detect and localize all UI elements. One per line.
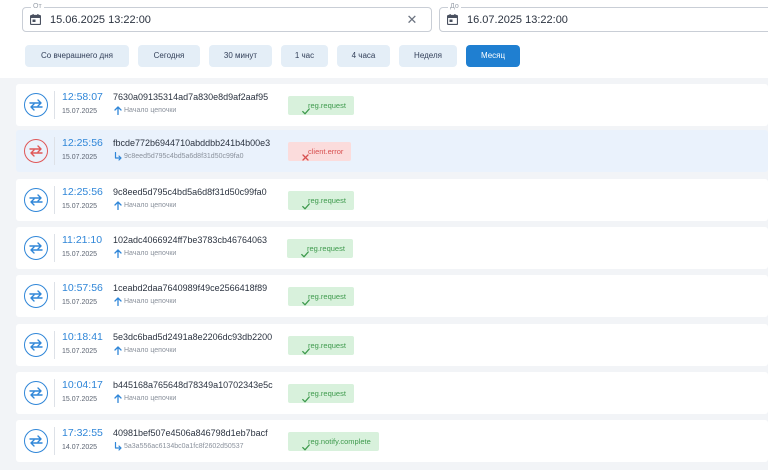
divider [54, 331, 55, 359]
date-to-legend: До [448, 2, 461, 11]
preset-4-hours-button[interactable]: 4 часа [337, 45, 390, 67]
date-from-legend: От [31, 2, 44, 11]
exchange-arrows-icon [24, 381, 48, 405]
event-chain-label: Начало цепочки [124, 298, 177, 305]
divider [54, 137, 55, 165]
event-type-badge: client.error [288, 142, 352, 161]
event-time: 10:18:41 [62, 331, 103, 343]
event-id: 102adc4066924ff7be3783cb46764063 [113, 235, 267, 245]
event-date: 15.07.2025 [62, 108, 98, 115]
event-time: 12:58:07 [62, 91, 103, 103]
exchange-arrows-icon [24, 93, 48, 117]
date-from-value: 15.06.2025 13:22:00 [50, 14, 151, 26]
event-row[interactable]: 10:04:17 15.07.2025 b445168a765648d78349a1… [16, 372, 768, 414]
event-row[interactable]: 11:21:10 15.07.2025 102adc4066924ff7be3783… [16, 227, 768, 269]
period-presets: Со вчерашнего дня Сегодня 30 минут 1 час… [0, 45, 768, 67]
event-id: 1ceabd2daa7640989f49ce2566418f89 [113, 283, 268, 293]
event-type-label: reg.request [308, 341, 346, 350]
calendar-icon [447, 14, 458, 25]
event-type-badge: reg.request [288, 96, 354, 115]
event-id: fbcde772b6944710abddbb241b4b00e3 [113, 138, 271, 148]
event-date: 15.07.2025 [62, 251, 98, 258]
event-date: 15.07.2025 [62, 154, 98, 161]
exchange-arrows-icon [24, 188, 48, 212]
preset-month-button[interactable]: Месяц [466, 45, 520, 67]
exchange-arrows-icon [24, 333, 48, 357]
exchange-arrows-icon [24, 139, 48, 163]
event-type-label: reg.notify.complete [308, 437, 371, 446]
event-type-badge: reg.request [288, 191, 354, 210]
event-time: 11:21:10 [62, 234, 103, 246]
event-id: 7630a09135314ad7a830e8d9af2aaf95 [113, 92, 269, 102]
exchange-arrows-icon [24, 284, 48, 308]
event-type-label: reg.request [308, 196, 346, 205]
preset-today-button[interactable]: Сегодня [138, 45, 200, 67]
event-id: b445168a765648d78349a10702343e5c [113, 380, 273, 390]
event-date: 15.07.2025 [62, 299, 98, 306]
exchange-arrows-icon [24, 429, 48, 453]
event-row[interactable]: 10:18:41 15.07.2025 5e3dc6bad5d2491a8e2206… [16, 324, 768, 366]
event-time: 12:25:56 [62, 137, 103, 149]
event-row[interactable]: 12:58:07 15.07.2025 7630a09135314ad7a830e8… [16, 84, 768, 126]
event-chain-label: 5a3a556ac6134bc0a1fc8f2602d50537 [124, 443, 244, 450]
preset-week-button[interactable]: Неделя [399, 45, 457, 67]
divider [54, 91, 55, 119]
event-chain-label: 9c8eed5d795c4bd5a6d8f31d50c99fa0 [124, 153, 244, 160]
event-chain-label: Начало цепочки [124, 202, 177, 209]
event-time: 10:57:56 [62, 282, 103, 294]
event-type-badge: reg.notify.complete [288, 432, 379, 451]
event-type-badge: reg.request [288, 336, 354, 355]
event-chain-label: Начало цепочки [124, 347, 177, 354]
event-date: 15.07.2025 [62, 203, 98, 210]
event-date: 14.07.2025 [62, 444, 98, 451]
event-id: 9c8eed5d795c4bd5a6d8f31d50c99fa0 [113, 187, 267, 197]
preset-1-hour-button[interactable]: 1 час [281, 45, 328, 67]
event-row[interactable]: 17:32:55 14.07.2025 40981bef507e4506a84679… [16, 420, 768, 462]
event-row[interactable]: 12:25:56 15.07.2025 9c8eed5d795c4bd5a6d8f3… [16, 179, 768, 221]
date-from-field[interactable]: От 15.06.2025 13:22:00 ✕ [22, 2, 432, 32]
divider [54, 427, 55, 455]
divider [54, 379, 55, 407]
event-type-badge: reg.request [288, 287, 354, 306]
divider [54, 186, 55, 214]
event-type-label: reg.request [307, 244, 345, 253]
event-row[interactable]: 10:57:56 15.07.2025 1ceabd2daa7640989f49ce… [16, 275, 768, 317]
event-type-label: reg.request [308, 389, 346, 398]
event-row[interactable]: 12:25:56 15.07.2025 fbcde772b6944710abddbb… [16, 130, 768, 172]
divider [54, 234, 55, 262]
event-type-label: client.error [308, 147, 344, 156]
event-time: 17:32:55 [62, 427, 103, 439]
event-type-label: reg.request [308, 292, 346, 301]
close-icon[interactable]: ✕ [405, 13, 419, 27]
exchange-arrows-icon [24, 236, 48, 260]
event-chain-label: Начало цепочки [124, 107, 177, 114]
event-time: 10:04:17 [62, 379, 103, 391]
event-id: 5e3dc6bad5d2491a8e2206dc93db2200 [113, 332, 273, 342]
event-chain-label: Начало цепочки [124, 250, 177, 257]
filter-panel: От 15.06.2025 13:22:00 ✕ До 16.07.2025 1… [0, 0, 768, 78]
event-type-label: reg.request [308, 101, 346, 110]
divider [54, 282, 55, 310]
date-to-value: 16.07.2025 13:22:00 [467, 14, 568, 26]
preset-30-minutes-button[interactable]: 30 минут [209, 45, 272, 67]
event-date: 15.07.2025 [62, 348, 98, 355]
event-type-badge: reg.request [288, 384, 354, 403]
event-date: 15.07.2025 [62, 396, 98, 403]
event-time: 12:25:56 [62, 186, 103, 198]
event-chain-label: Начало цепочки [124, 395, 177, 402]
preset-since-yesterday-button[interactable]: Со вчерашнего дня [25, 45, 129, 67]
calendar-icon [30, 14, 41, 25]
event-type-badge: reg.request [287, 239, 353, 258]
date-to-field[interactable]: До 16.07.2025 13:22:00 [439, 2, 768, 32]
event-id: 40981bef507e4506a846798d1eb7bacf [113, 428, 268, 438]
